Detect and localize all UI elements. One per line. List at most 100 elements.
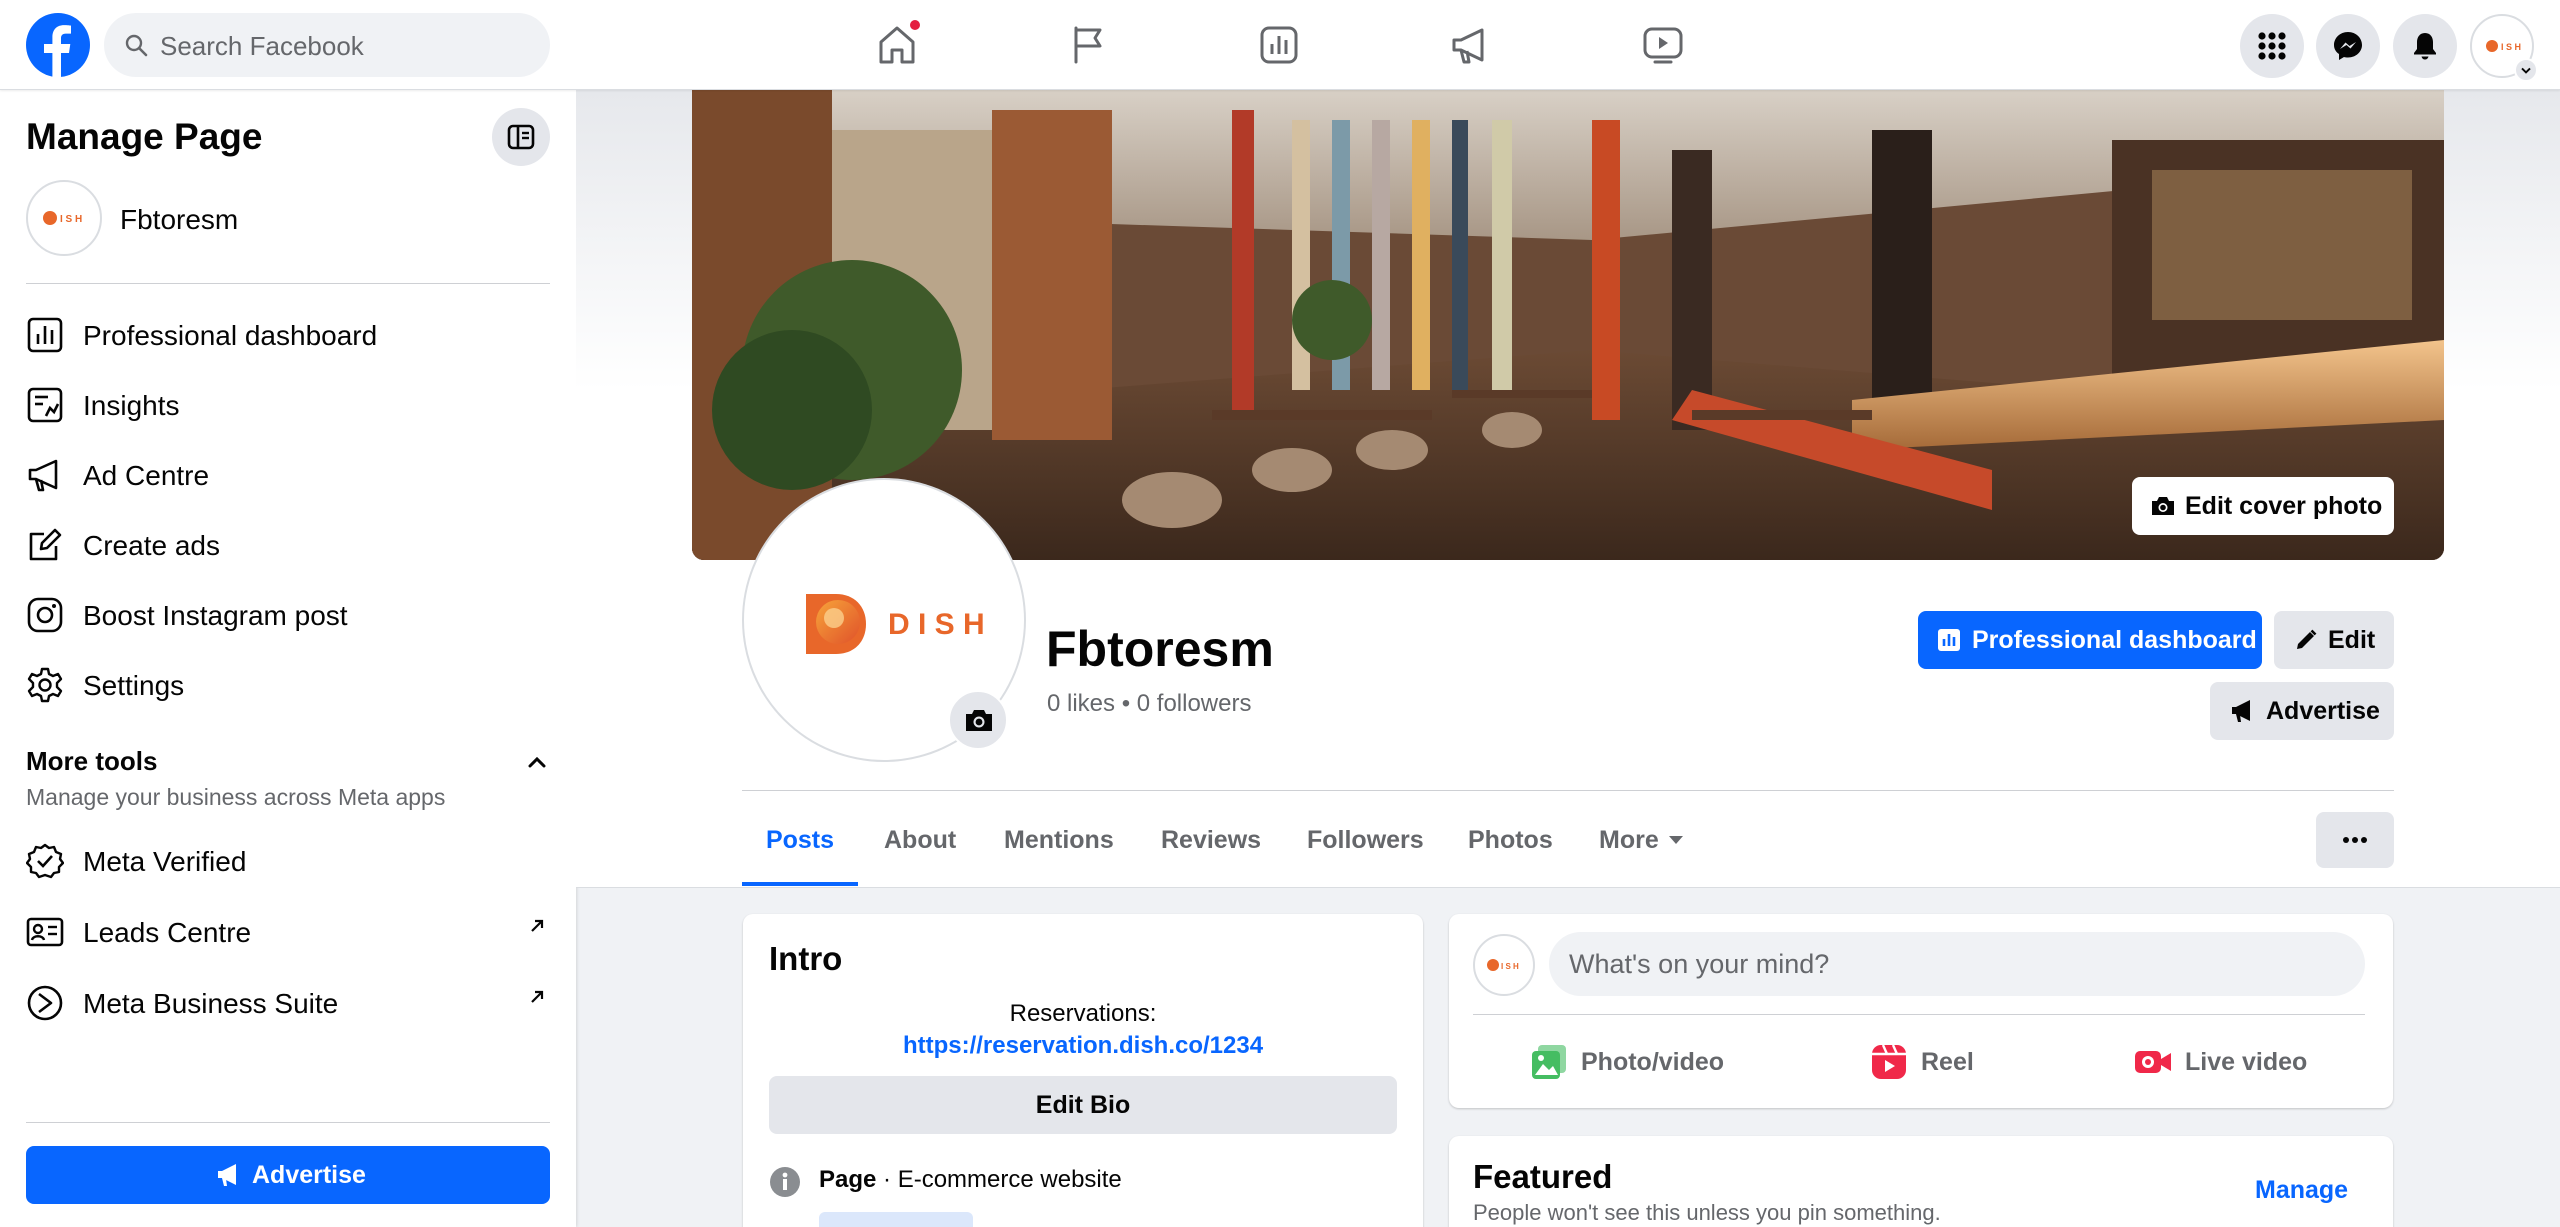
reel-icon [1872,1044,1906,1079]
divider [26,283,550,284]
photo-video-button[interactable]: Photo/video [1529,1032,1749,1092]
sidebar-item-boost-instagram-post[interactable]: Boost Instagram post [26,584,550,644]
advertise-label: Advertise [2266,697,2380,725]
edit-bio-button[interactable]: Edit Bio [769,1076,1397,1134]
intro-placeholder-bar [819,1212,973,1227]
sidebar-page-name[interactable]: Fbtoresm [120,204,238,236]
live-video-icon [2135,1051,2171,1073]
reservations-label: Reservations: [1009,1000,1157,1027]
page-title: Fbtoresm [1046,621,1274,677]
collapse-sidebar-button[interactable] [492,108,550,166]
insights-icon [27,387,63,423]
sidebar-item-leads-centre[interactable]: Leads Centre [26,901,550,961]
featured-card: Featured People won't see this unless yo… [1449,1136,2393,1227]
chevron-up-icon[interactable] [524,750,550,776]
photo-icon [1532,1045,1566,1079]
search-input[interactable]: Search Facebook [104,13,550,77]
edit-cover-photo-button[interactable]: Edit cover photo [2132,477,2394,535]
more-options-button[interactable] [2316,812,2394,868]
professional-dashboard-label: Professional dashboard [1972,626,2257,654]
megaphone-icon [218,1164,236,1186]
sidebar-title: Manage Page [26,116,263,157]
ellipsis-icon [2343,837,2367,843]
camera-icon [966,710,992,731]
reservations-link[interactable]: https://reservation.dish.co/1234 [743,1032,1423,1060]
sidebar-item-ad-centre[interactable]: Ad Centre [26,444,550,504]
composer-avatar[interactable]: I S H [1473,934,1535,996]
edit-icon [29,528,62,561]
tab-about[interactable]: About [884,808,956,886]
whats-on-your-mind-input[interactable]: What's on your mind? [1549,932,2365,996]
svg-text:I S H: I S H [1501,962,1519,971]
facebook-logo-icon[interactable] [26,13,90,77]
tab-posts[interactable]: Posts [742,808,858,886]
sidebar-item-create-ads[interactable]: Create ads [26,514,550,574]
post-composer: I S H What's on your mind? Photo/video R… [1449,914,2393,1108]
featured-title: Featured [1473,1158,1613,1195]
tab-followers[interactable]: Followers [1307,808,1424,886]
bell-icon [2414,33,2436,60]
svg-text:I S H: I S H [2501,42,2521,52]
advertise-label: Advertise [252,1161,366,1189]
page-avatar[interactable]: I S H [26,180,102,256]
page-stats[interactable]: 0 likes • 0 followers [1047,690,1251,718]
tab-photos[interactable]: Photos [1468,808,1553,886]
top-navigation-bar: Search Facebook I S H [0,0,2560,90]
id-card-icon [26,917,64,947]
tab-more[interactable]: More [1599,808,1683,886]
dish-logo-icon: I S H [43,211,82,225]
external-link-icon [531,990,544,1003]
video-nav-icon[interactable] [1638,20,1688,70]
edit-cover-label: Edit cover photo [2185,492,2383,520]
live-video-button[interactable]: Live video [2133,1032,2333,1092]
external-link-icon [531,919,544,932]
tab-mentions[interactable]: Mentions [1004,808,1114,886]
dish-logo-icon: I S H [1487,959,1519,971]
sidebar-item-insights[interactable]: Insights [26,374,550,434]
info-icon [770,1167,800,1197]
featured-subtitle: People won't see this unless you pin som… [1473,1200,1941,1225]
sidebar-item-label: Leads Centre [83,917,252,948]
sidebar-toggle-icon [507,124,535,150]
megaphone-icon [28,459,58,492]
megaphone-nav-icon[interactable] [1446,20,1496,70]
divider [742,790,2394,791]
sidebar-item-professional-dashboard[interactable]: Professional dashboard [26,304,550,364]
sidebar-item-settings[interactable]: Settings [26,654,550,714]
advertise-button[interactable]: Advertise [2210,682,2394,740]
sidebar-advertise-button[interactable]: Advertise [26,1146,550,1204]
edit-page-button[interactable]: Edit [2274,611,2394,669]
gear-icon [27,667,63,703]
sidebar-item-label: Insights [83,390,180,421]
page-category: Page · E-commerce website [819,1166,1122,1193]
professional-dashboard-button[interactable]: Professional dashboard [1918,611,2262,669]
sidebar-item-label: Meta Verified [83,846,247,877]
divider [1473,1014,2365,1015]
messenger-button[interactable] [2316,14,2380,78]
instagram-icon [27,597,63,633]
account-avatar[interactable]: I S H [2470,14,2538,82]
sidebar-item-meta-business-suite[interactable]: Meta Business Suite [26,972,550,1032]
edit-label: Edit [2328,626,2376,654]
notification-dot [908,18,922,32]
manage-featured-link[interactable]: Manage [2255,1176,2348,1205]
sidebar-item-meta-verified[interactable]: Meta Verified [26,830,550,890]
sidebar-item-label: Meta Business Suite [83,988,339,1019]
dashboard-nav-icon[interactable] [1254,20,1304,70]
grid-icon [2258,32,2286,60]
action-label: Live video [2185,1048,2308,1076]
divider [26,1122,550,1123]
action-label: Reel [1921,1048,1974,1076]
notifications-button[interactable] [2393,14,2457,78]
change-profile-picture-button[interactable] [948,690,1008,750]
intro-card: Intro Reservations: https://reservation.… [743,914,1423,1227]
search-placeholder: Search Facebook [160,31,364,61]
more-tools-heading: More tools [26,746,158,776]
reel-button[interactable]: Reel [1869,1032,2009,1092]
chevron-down-icon[interactable] [2514,58,2538,82]
svg-text:I S H: I S H [60,214,82,225]
menu-grid-button[interactable] [2240,14,2304,78]
pages-flag-icon[interactable] [1064,20,1114,70]
tab-reviews[interactable]: Reviews [1161,808,1261,886]
more-tools-subtitle: Manage your business across Meta apps [26,784,446,810]
